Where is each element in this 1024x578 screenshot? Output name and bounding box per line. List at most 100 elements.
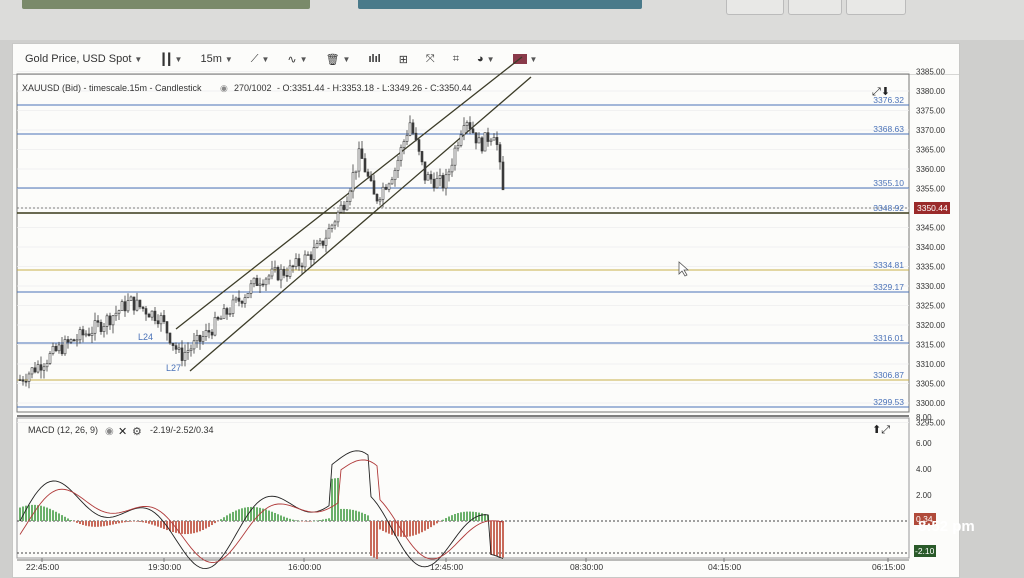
level-label: 3368.63 xyxy=(873,124,904,134)
candle-body xyxy=(42,366,46,371)
legend-ohlc: - O:3351.44 - H:3353.18 - L:3349.26 - C:… xyxy=(277,83,472,93)
candle-body xyxy=(39,364,43,371)
candle-body xyxy=(381,186,385,200)
histogram-bar xyxy=(493,521,495,556)
level-label: 3306.87 xyxy=(873,370,904,380)
candle-body xyxy=(465,122,469,126)
candle-body xyxy=(114,312,118,317)
candle-body xyxy=(483,132,487,152)
candle-body xyxy=(354,170,358,173)
histogram-bar xyxy=(442,519,444,521)
histogram-bar xyxy=(229,513,231,521)
price-axis[interactable]: 3385.00 3380.00 3375.00 3370.00 3365.00 3360.… xyxy=(916,68,945,428)
price-tick-label: 3385.00 xyxy=(916,68,945,77)
candle-body xyxy=(306,254,310,256)
histogram-bar xyxy=(367,515,369,521)
candle-body xyxy=(177,347,181,350)
candle-body xyxy=(357,148,361,172)
histogram-bar xyxy=(223,517,225,521)
candle-body xyxy=(210,331,214,336)
histogram-bar xyxy=(142,521,144,523)
eye-icon[interactable]: ◉ xyxy=(105,426,114,437)
histogram-bar xyxy=(382,521,384,531)
candle-body xyxy=(438,175,442,179)
channel-lower-line[interactable] xyxy=(189,76,532,372)
eye-icon[interactable]: ◉ xyxy=(220,83,228,93)
candle-body xyxy=(123,301,127,312)
candle-body xyxy=(444,174,448,189)
close-icon[interactable]: ✕ xyxy=(118,425,127,438)
candle-body xyxy=(195,334,199,342)
histogram-bar xyxy=(268,510,270,521)
histogram-bar xyxy=(145,521,147,523)
histogram-bar xyxy=(415,521,417,535)
histogram-bar xyxy=(358,511,360,521)
histogram-bar xyxy=(412,521,414,536)
histogram-bar xyxy=(433,521,435,526)
candle-body xyxy=(285,275,289,277)
histogram-bar xyxy=(124,521,126,523)
candle-body xyxy=(486,132,490,142)
candle-body xyxy=(423,161,427,181)
price-tick-label: 3370.00 xyxy=(916,126,945,135)
histogram-bar xyxy=(352,509,354,521)
candle-body xyxy=(99,322,103,332)
histogram-bar xyxy=(361,512,363,521)
expand-arrows-icon[interactable]: ⤢⬇ xyxy=(872,85,890,98)
histogram-bar xyxy=(355,510,357,521)
candle-body xyxy=(396,159,400,171)
time-tick-label: 06:15:00 xyxy=(872,562,905,572)
candlestick-series xyxy=(18,115,505,389)
candle-body xyxy=(120,301,124,311)
mouse-cursor-icon xyxy=(678,261,690,277)
candle-body xyxy=(183,352,187,361)
histogram-bar xyxy=(451,515,453,521)
candle-body xyxy=(348,190,352,203)
candle-body xyxy=(213,317,217,336)
candle-body xyxy=(495,137,499,145)
histogram-bar xyxy=(427,521,429,529)
gear-icon[interactable]: ⚙ xyxy=(132,425,142,438)
candle-body xyxy=(450,164,454,173)
expand-arrows-icon[interactable]: ⬆⤢ xyxy=(872,423,890,436)
macd-badge-label: -2.10 xyxy=(915,546,935,556)
histogram-bar xyxy=(334,478,336,521)
histogram-bar xyxy=(322,519,324,521)
candle-body xyxy=(93,320,97,334)
histogram-bar xyxy=(319,520,321,521)
candle-body xyxy=(153,310,157,321)
candle-body xyxy=(189,348,193,351)
candle-body xyxy=(432,178,436,189)
histogram-bar xyxy=(130,521,132,522)
histogram-bar xyxy=(136,521,138,522)
candle-body xyxy=(117,310,121,314)
candle-body xyxy=(96,320,100,323)
gridlines xyxy=(17,71,909,423)
histogram-bar xyxy=(469,511,471,521)
histogram-bar xyxy=(286,517,288,521)
trend-channel[interactable] xyxy=(175,56,532,372)
candle-body xyxy=(417,139,421,152)
price-tick-label: 3310.00 xyxy=(916,360,945,369)
histogram-bar xyxy=(118,521,120,524)
candle-body xyxy=(156,320,160,325)
candle-body xyxy=(252,277,256,285)
candle-body xyxy=(249,283,253,294)
candle-body xyxy=(387,183,391,190)
candle-body xyxy=(81,329,85,336)
price-tick-label: 3300.00 xyxy=(916,399,945,408)
price-tick-label: 3330.00 xyxy=(916,282,945,291)
chart-canvas[interactable]: 3376.323368.633355.103348.923334.813329.… xyxy=(0,0,1024,576)
candle-body xyxy=(78,329,82,341)
histogram-bar xyxy=(100,521,102,527)
candle-body xyxy=(372,180,376,195)
candle-body xyxy=(477,137,481,144)
histogram-bar xyxy=(280,515,282,521)
histogram-bar xyxy=(220,519,222,521)
legend-title: XAUUSD (Bid) - timescale.15m - Candlesti… xyxy=(22,83,202,93)
candle-body xyxy=(288,265,292,277)
horizontal-levels[interactable]: 3376.323368.633355.103348.923334.813329.… xyxy=(17,95,909,408)
histogram-bar xyxy=(187,521,189,535)
candle-body xyxy=(261,283,265,286)
candle-body xyxy=(429,174,433,180)
